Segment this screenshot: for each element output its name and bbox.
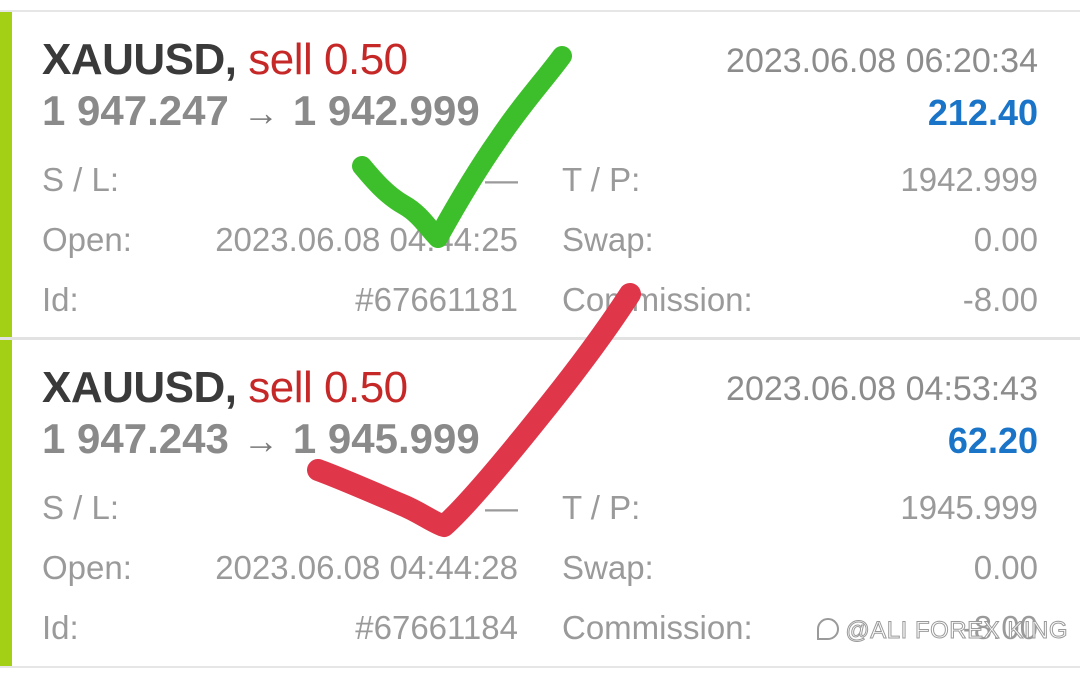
open-time-value: 2023.06.08 04:44:28 — [215, 549, 518, 586]
trade-side-volume: sell 0.50 — [248, 363, 408, 412]
trade-card[interactable]: XAUUSD, sell 0.50 2023.06.08 06:20:34 1 … — [0, 12, 1080, 339]
id-label: Id: — [42, 281, 79, 318]
open-price: 1 947.243 — [42, 415, 229, 462]
watermark-text: @ALI FOREX KING — [845, 617, 1068, 645]
open-time-label: Open: — [42, 549, 132, 586]
id-label: Id: — [42, 609, 79, 646]
sl-label: S / L: — [42, 161, 120, 198]
trade-title-separator: , — [224, 363, 237, 412]
tp-value: 1942.999 — [900, 161, 1038, 198]
commission-value: -8.00 — [962, 281, 1038, 318]
id-value: #67661181 — [355, 281, 518, 318]
sl-value: — — [485, 489, 518, 526]
trade-close-time: 2023.06.08 06:20:34 — [726, 42, 1038, 80]
tp-label: T / P: — [562, 489, 641, 526]
trade-accent-bar — [0, 340, 12, 667]
open-time-label: Open: — [42, 221, 132, 258]
trade-symbol: XAUUSD — [42, 35, 225, 84]
id-value: #67661184 — [355, 609, 518, 646]
watermark: @ALI FOREX KING — [817, 617, 1068, 645]
trade-prices: 1 947.247 → 1 942.999 — [42, 86, 480, 138]
divider — [0, 666, 1080, 668]
trade-side-volume: sell 0.50 — [248, 35, 408, 84]
open-price: 1 947.247 — [42, 87, 229, 134]
sl-label: S / L: — [42, 489, 120, 526]
sl-value: — — [485, 161, 518, 198]
trade-profit: 62.20 — [947, 420, 1038, 461]
watermark-logo-icon — [817, 618, 840, 640]
commission-label: Commission: — [562, 281, 753, 318]
trade-title: XAUUSD, sell 0.50 — [42, 362, 408, 414]
open-time-value: 2023.06.08 04:44:25 — [215, 221, 518, 258]
close-price: 1 945.999 — [292, 415, 480, 462]
trade-prices: 1 947.243 → 1 945.999 — [42, 414, 480, 466]
trade-title-separator: , — [224, 35, 237, 84]
swap-value: 0.00 — [973, 221, 1038, 258]
trade-close-time: 2023.06.08 04:53:43 — [726, 370, 1038, 408]
swap-label: Swap: — [562, 221, 654, 258]
trade-profit: 212.40 — [927, 92, 1038, 133]
close-price: 1 942.999 — [292, 87, 480, 134]
tp-value: 1945.999 — [900, 489, 1038, 526]
swap-value: 0.00 — [973, 549, 1038, 586]
trade-title: XAUUSD, sell 0.50 — [42, 34, 408, 86]
arrow-right-icon: → — [242, 92, 279, 133]
arrow-right-icon: → — [242, 420, 279, 461]
trade-accent-bar — [0, 12, 12, 339]
trade-history-page: XAUUSD, sell 0.50 2023.06.08 06:20:34 1 … — [0, 0, 1080, 674]
swap-label: Swap: — [562, 549, 654, 586]
tp-label: T / P: — [562, 161, 641, 198]
commission-label: Commission: — [562, 609, 753, 646]
trade-symbol: XAUUSD — [42, 363, 225, 412]
